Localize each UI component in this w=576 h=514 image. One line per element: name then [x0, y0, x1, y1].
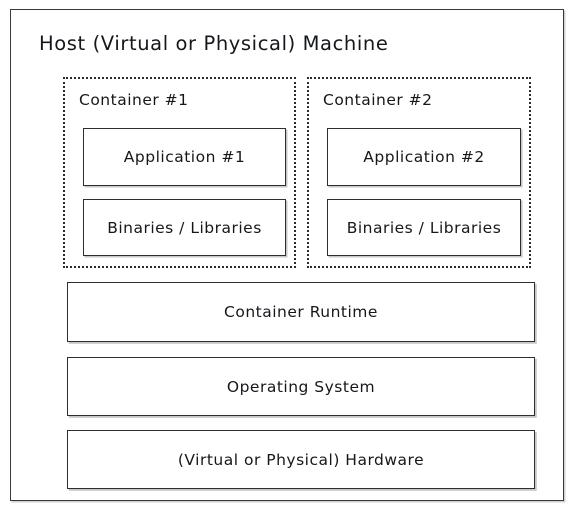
container-runtime-layer: Container Runtime — [67, 282, 535, 342]
binaries-libraries-box-2: Binaries / Libraries — [327, 199, 521, 256]
application-2-label: Application #2 — [363, 148, 485, 166]
binaries-libraries-2-label: Binaries / Libraries — [346, 218, 502, 237]
diagram-canvas: Host (Virtual or Physical) Machine Conta… — [0, 0, 576, 514]
container-1-label: Container #1 — [79, 91, 189, 109]
container-runtime-label: Container Runtime — [224, 303, 378, 321]
host-machine-title: Host (Virtual or Physical) Machine — [39, 32, 389, 55]
hardware-layer: (Virtual or Physical) Hardware — [67, 430, 535, 489]
operating-system-label: Operating System — [226, 377, 376, 396]
application-box-2: Application #2 — [327, 128, 521, 186]
host-machine-frame: Host (Virtual or Physical) Machine Conta… — [10, 9, 564, 501]
container-2-label: Container #2 — [323, 91, 433, 109]
hardware-label: (Virtual or Physical) Hardware — [177, 450, 425, 469]
container-block-2: Container #2 Application #2 Binaries / L… — [307, 77, 531, 268]
binaries-libraries-1-label: Binaries / Libraries — [107, 218, 262, 237]
application-box-1: Application #1 — [83, 128, 286, 186]
operating-system-layer: Operating System — [67, 357, 535, 416]
binaries-libraries-box-1: Binaries / Libraries — [83, 199, 286, 256]
container-block-1: Container #1 Application #1 Binaries / L… — [63, 77, 296, 268]
application-1-label: Application #1 — [123, 148, 246, 166]
